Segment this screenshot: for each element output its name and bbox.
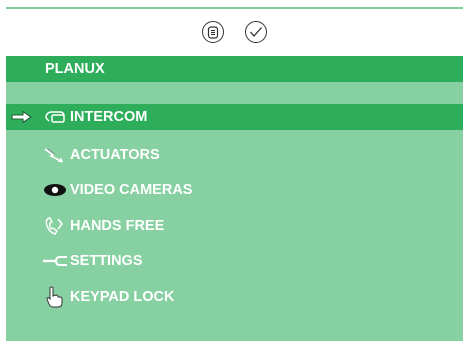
menu-item-intercom[interactable]: INTERCOM bbox=[6, 104, 463, 130]
top-divider bbox=[6, 7, 463, 9]
menu-item-actuators[interactable]: ACTUATORS bbox=[6, 142, 463, 168]
menu-panel: PLANUX INTERCOM ACTUATORS VIDEO CAMERAS … bbox=[6, 56, 463, 341]
icon-toolbar bbox=[0, 21, 469, 47]
selection-arrow-icon bbox=[11, 110, 32, 124]
page-title: PLANUX bbox=[45, 61, 105, 77]
hands-free-phone-icon bbox=[42, 216, 68, 236]
wrench-icon bbox=[42, 251, 68, 271]
menu-item-label: SETTINGS bbox=[70, 253, 143, 269]
title-bar: PLANUX bbox=[6, 56, 463, 82]
list-icon bbox=[207, 25, 219, 39]
menu-item-video-cameras[interactable]: VIDEO CAMERAS bbox=[6, 177, 463, 203]
menu-item-hands-free[interactable]: HANDS FREE bbox=[6, 213, 463, 239]
confirm-button[interactable] bbox=[245, 21, 267, 43]
checkmark-icon bbox=[250, 27, 262, 37]
menu-item-label: KEYPAD LOCK bbox=[70, 289, 175, 305]
eye-icon bbox=[42, 180, 68, 200]
menu-item-label: HANDS FREE bbox=[70, 218, 165, 234]
list-button[interactable] bbox=[202, 21, 224, 43]
screen: PLANUX INTERCOM ACTUATORS VIDEO CAMERAS … bbox=[0, 0, 469, 346]
intercom-handset-icon bbox=[42, 107, 68, 127]
menu-item-label: VIDEO CAMERAS bbox=[70, 182, 193, 198]
menu-item-keypad-lock[interactable]: KEYPAD LOCK bbox=[6, 284, 463, 310]
lightning-bolt-icon bbox=[42, 145, 68, 165]
menu-item-label: INTERCOM bbox=[70, 109, 148, 125]
menu-item-label: ACTUATORS bbox=[70, 147, 160, 163]
menu-item-settings[interactable]: SETTINGS bbox=[6, 248, 463, 274]
pointing-hand-icon bbox=[42, 286, 68, 308]
